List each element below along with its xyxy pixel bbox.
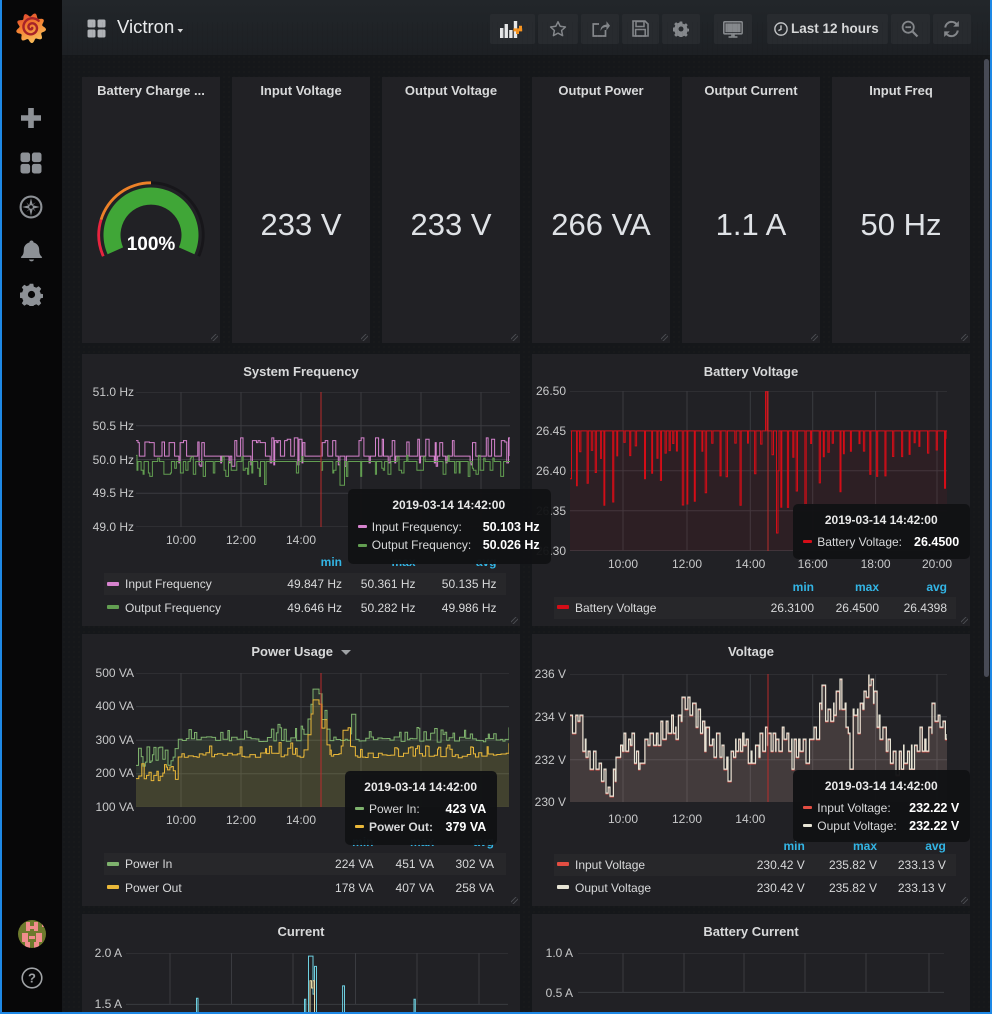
- svg-text:?: ?: [28, 971, 36, 986]
- svg-text:100%: 100%: [127, 234, 176, 255]
